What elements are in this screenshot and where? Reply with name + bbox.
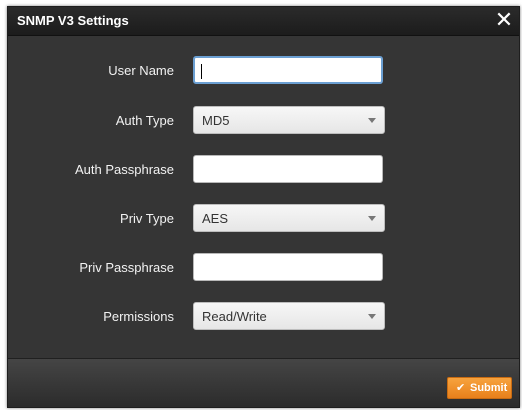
priv-passphrase-label: Priv Passphrase (79, 260, 174, 275)
check-icon: ✔ (456, 382, 466, 394)
dialog-body: User Name Auth Type MD5 Auth Passphrase … (8, 36, 519, 358)
auth-type-select[interactable]: MD5 (193, 106, 385, 134)
priv-type-select[interactable]: AES (193, 204, 385, 232)
auth-passphrase-input[interactable] (193, 155, 383, 183)
auth-type-value: MD5 (202, 113, 230, 128)
permissions-label: Permissions (103, 309, 174, 324)
priv-type-value: AES (202, 211, 229, 226)
priv-type-label: Priv Type (120, 211, 174, 226)
permissions-row: Permissions Read/Write (8, 302, 519, 332)
permissions-select[interactable]: Read/Write (193, 302, 385, 330)
permissions-value: Read/Write (202, 309, 267, 324)
auth-type-label: Auth Type (115, 113, 174, 128)
user-name-label: User Name (108, 63, 174, 78)
dialog-header: SNMP V3 Settings ✕ (8, 7, 519, 36)
user-name-input[interactable] (193, 56, 383, 84)
submit-label: Submit (470, 382, 508, 394)
submit-button[interactable]: ✔ Submit (447, 377, 512, 399)
dialog-title: SNMP V3 Settings (17, 13, 129, 28)
auth-type-row: Auth Type MD5 (8, 106, 519, 136)
chevron-down-icon (368, 216, 376, 221)
snmp-v3-dialog: SNMP V3 Settings ✕ User Name Auth Type M… (7, 6, 520, 408)
dialog-footer: ✔ Submit (8, 358, 519, 407)
close-icon[interactable]: ✕ (493, 8, 515, 32)
priv-passphrase-row: Priv Passphrase (8, 253, 519, 283)
user-name-row: User Name (8, 56, 519, 86)
text-caret (201, 64, 202, 79)
chevron-down-icon (368, 118, 376, 123)
priv-passphrase-input[interactable] (193, 253, 383, 281)
auth-passphrase-label: Auth Passphrase (74, 162, 174, 177)
auth-passphrase-row: Auth Passphrase (8, 155, 519, 185)
chevron-down-icon (368, 314, 376, 319)
priv-type-row: Priv Type AES (8, 204, 519, 234)
